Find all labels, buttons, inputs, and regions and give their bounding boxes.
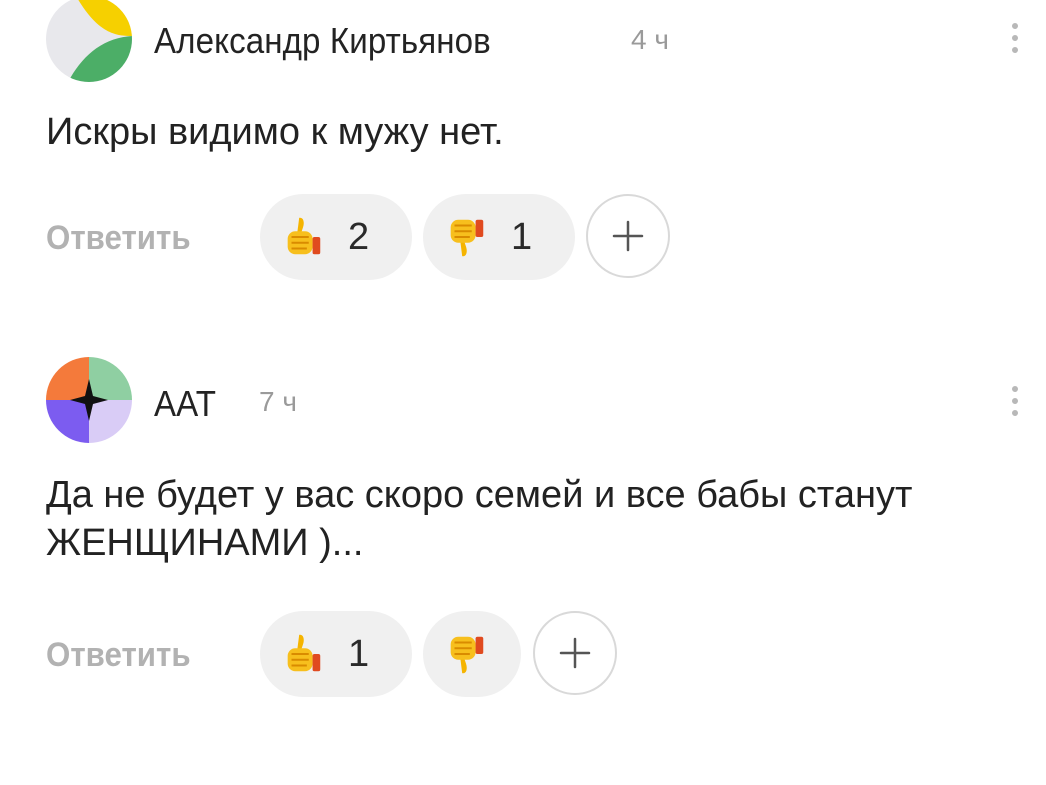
like-button[interactable]: 1: [260, 611, 412, 697]
dislike-button[interactable]: [423, 611, 521, 697]
dislike-button[interactable]: 1: [423, 194, 575, 280]
reply-button[interactable]: Ответить: [46, 193, 191, 283]
avatar-logo-icon: [46, 357, 132, 443]
comment-actions: Ответить 1: [46, 610, 1026, 700]
avatar[interactable]: [46, 0, 132, 82]
comment-time: 4 ч: [631, 24, 669, 55]
like-count: 2: [348, 215, 370, 258]
thumbs-down-icon: [450, 636, 484, 674]
thumbs-up-icon: [287, 217, 321, 255]
author-name[interactable]: Александр Киртьянов: [154, 20, 491, 62]
avatar[interactable]: [46, 357, 132, 443]
like-count: 1: [348, 632, 370, 675]
dislike-count: 1: [511, 215, 533, 258]
author-name[interactable]: ААТ: [154, 383, 216, 425]
thumbs-down-icon: [450, 219, 484, 257]
comment-actions: Ответить 2 1: [46, 193, 1026, 283]
add-reaction-button[interactable]: [586, 194, 670, 278]
comment-text: Искры видимо к мужу нет.: [46, 111, 504, 153]
reply-button[interactable]: Ответить: [46, 610, 191, 700]
comment-text: Да не будет у вас скоро семей и все бабы…: [46, 474, 913, 564]
more-vertical-icon[interactable]: [1000, 16, 1030, 60]
more-vertical-icon[interactable]: [1000, 379, 1030, 423]
thumbs-up-icon: [287, 634, 321, 672]
avatar-logo-icon: [46, 0, 132, 82]
plus-icon: [612, 220, 644, 252]
like-button[interactable]: 2: [260, 194, 412, 280]
add-reaction-button[interactable]: [533, 611, 617, 695]
plus-icon: [559, 637, 591, 669]
comment-time: 7 ч: [259, 386, 297, 417]
